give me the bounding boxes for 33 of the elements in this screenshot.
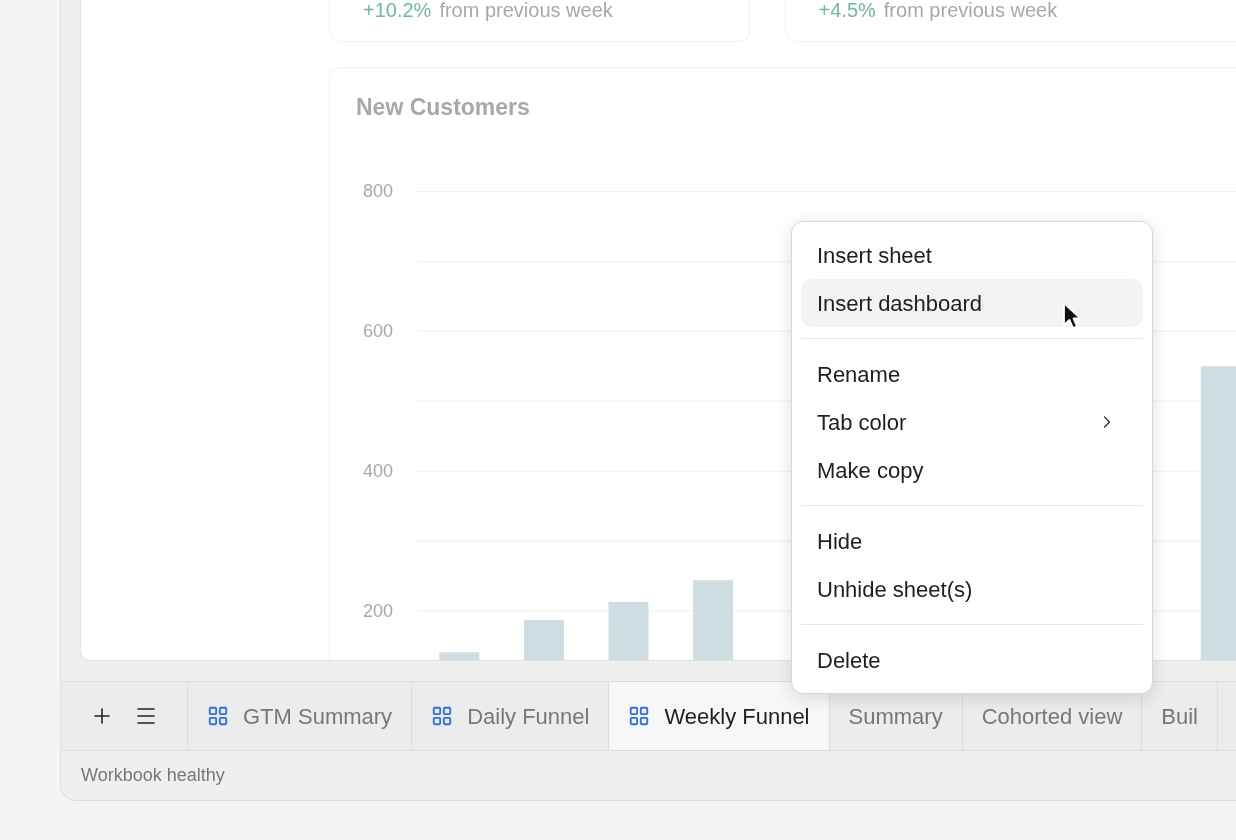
menu-item-label: Make copy [817,456,924,485]
change-value: +10.2% [363,0,432,23]
menu-item[interactable]: Insert sheet [801,231,1143,279]
change-caption: from previous week [883,0,1058,23]
chart-title: New Customers [356,96,531,119]
grid-icon [207,705,229,727]
status-text: Workbook healthy [81,764,225,787]
change-caption: from previous week [439,0,613,23]
menu-item-label: Hide [817,527,863,556]
axis-label: 200 [363,602,394,621]
menu-item-label: Tab color [817,408,907,437]
menu-item[interactable]: Unhide sheet(s) [801,565,1143,613]
bar [439,652,480,660]
axis-label: 400 [363,462,394,481]
menu-item[interactable]: Tab color [801,398,1143,446]
menu-item-label: Rename [817,360,901,389]
menu-item-label: Delete [817,646,881,675]
grid-icon [431,705,454,727]
menu-item[interactable]: Insert dashboard [801,279,1143,327]
menu-item-label: Insert dashboard [817,289,983,318]
axis-label: 600 [363,322,394,341]
menu-item[interactable]: Hide [801,517,1143,565]
bar [608,601,649,660]
change-value: +4.5% [818,0,876,23]
menu-item[interactable]: Rename [801,350,1143,398]
sheet-tab[interactable]: Weekly Funnel [609,682,830,750]
grid-icon [628,705,651,727]
axis-label: 800 [363,182,394,201]
bar [523,620,564,660]
menu-item-label: Insert sheet [817,241,932,270]
menu-item[interactable]: Make copy [801,446,1143,494]
menu-item[interactable]: Delete [801,636,1143,684]
menu-item-label: Unhide sheet(s) [817,575,973,604]
